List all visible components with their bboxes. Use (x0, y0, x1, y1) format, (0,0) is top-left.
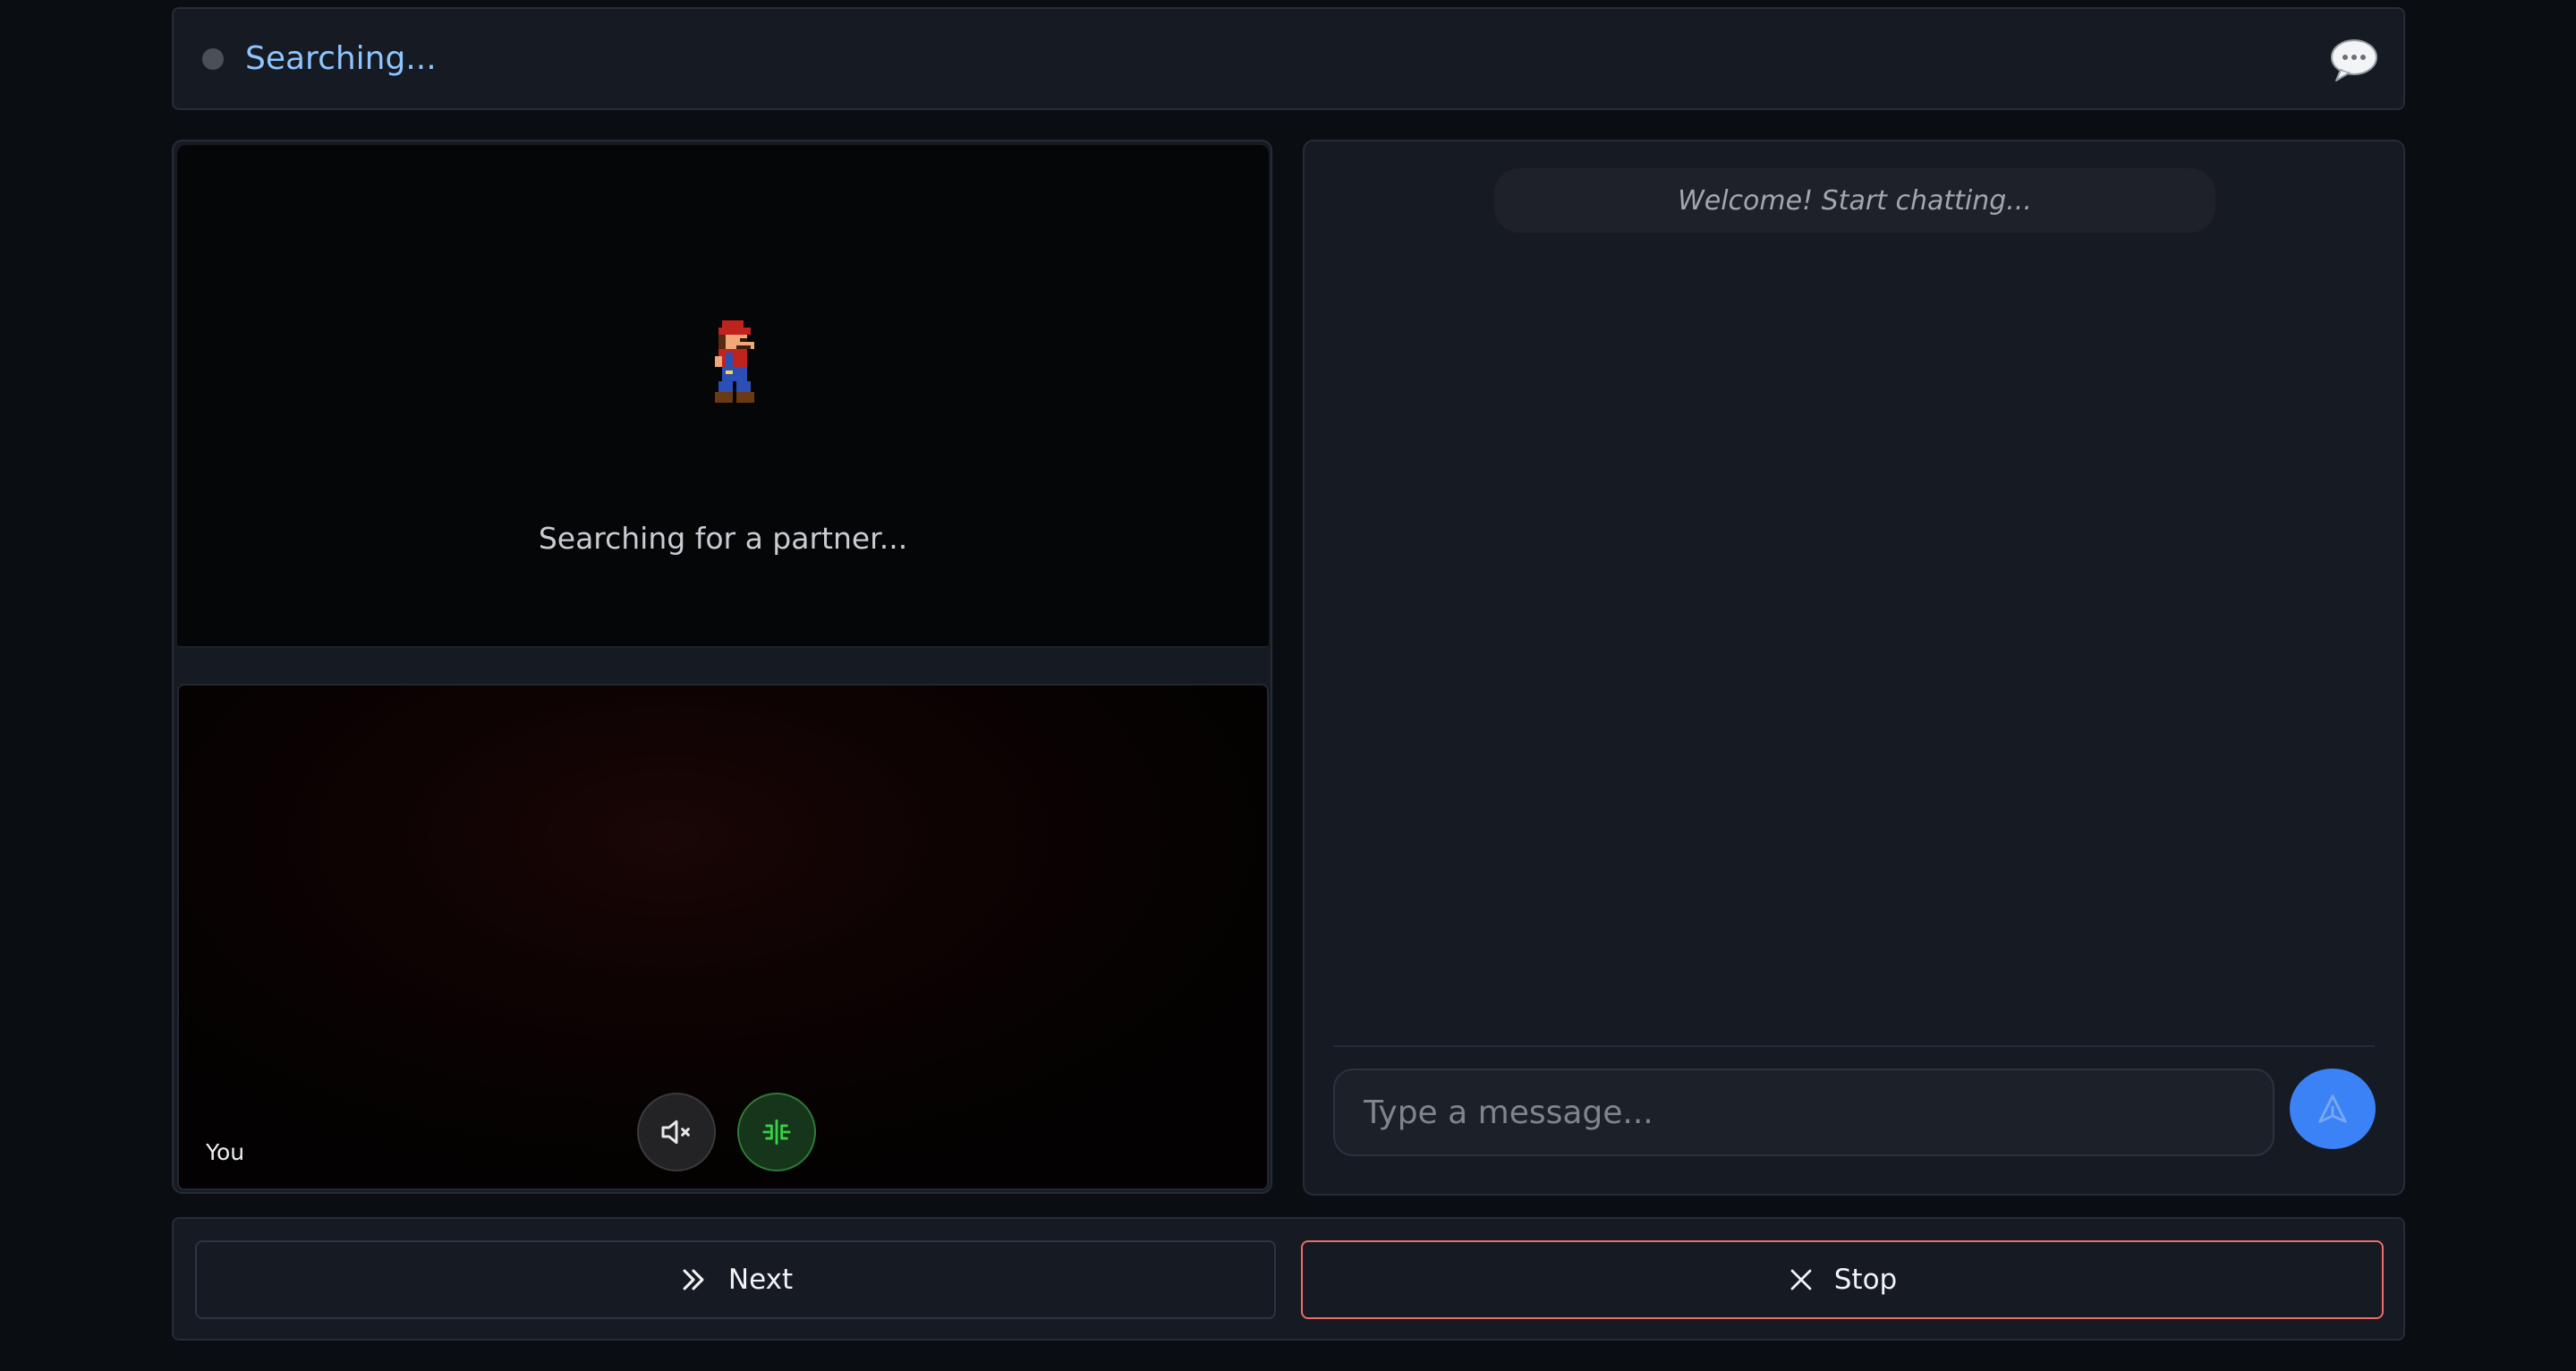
remote-video: Searching for a partner... (177, 145, 1269, 648)
mute-button[interactable] (637, 1093, 716, 1171)
speaker-muted-icon (661, 1120, 690, 1145)
send-arrow-icon (2318, 1094, 2347, 1123)
chat-toggle-button[interactable] (2330, 38, 2378, 82)
partner-search-status: Searching for a partner... (538, 521, 908, 556)
action-bar: Next Stop (172, 1217, 2405, 1341)
next-button-label: Next (727, 1264, 794, 1296)
stop-button-label: Stop (1833, 1264, 1898, 1296)
next-button[interactable]: Next (195, 1240, 1276, 1319)
camera-switch-icon (762, 1119, 791, 1145)
send-button[interactable] (2290, 1069, 2376, 1149)
speech-bubble-icon (2331, 39, 2377, 81)
video-panel: Searching for a partner... You (172, 140, 1272, 1194)
status-bar: Searching... (172, 7, 2405, 110)
stop-button[interactable]: Stop (1301, 1240, 2384, 1319)
camera-toggle-button[interactable] (737, 1093, 816, 1171)
welcome-message: Welcome! Start chatting... (1494, 168, 2215, 233)
message-input[interactable] (1333, 1069, 2274, 1156)
local-video: You (177, 684, 1269, 1190)
local-video-label: You (206, 1139, 245, 1165)
chat-panel: Welcome! Start chatting... (1303, 140, 2405, 1196)
close-icon (1790, 1269, 1812, 1290)
pixel-mario-sprite (715, 320, 754, 403)
status-text: Searching... (245, 40, 437, 77)
status-indicator-dot (202, 47, 224, 70)
double-chevron-right-icon (683, 1269, 704, 1290)
chat-divider (1333, 1045, 2375, 1047)
